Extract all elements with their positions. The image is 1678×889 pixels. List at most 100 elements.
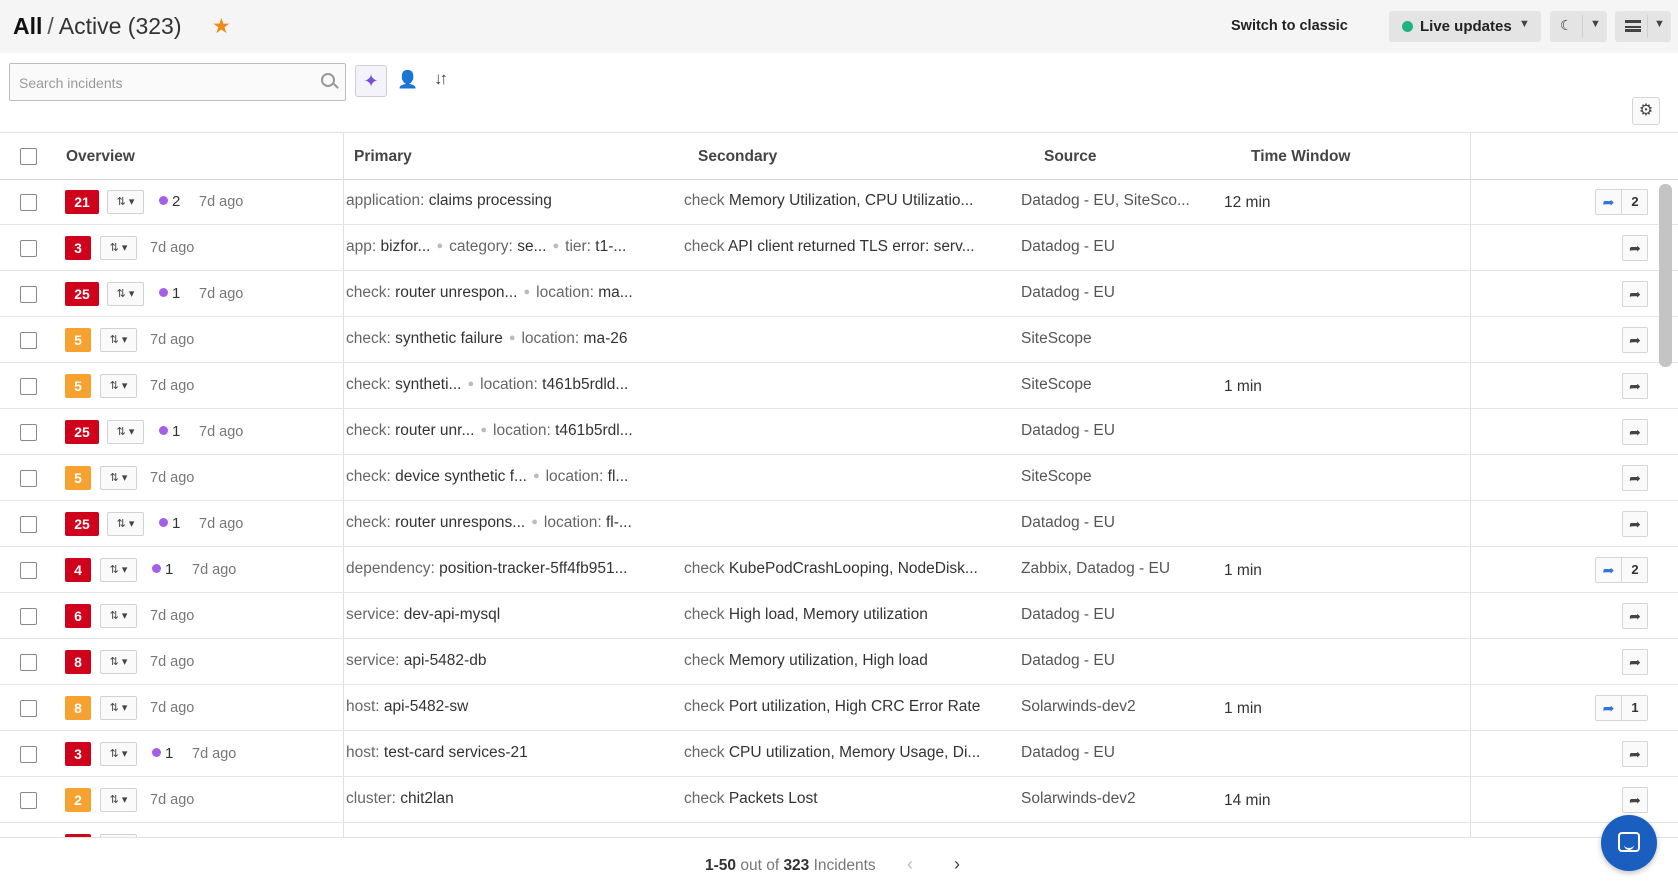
row-checkbox[interactable] (20, 562, 37, 579)
column-header-source[interactable]: Source (1044, 148, 1097, 166)
share-button[interactable]: ➦ (1622, 327, 1648, 353)
primary-cell[interactable]: host: api-5482-sw (346, 698, 662, 716)
share-button[interactable]: ➦ (1622, 465, 1648, 491)
row-checkbox[interactable] (20, 378, 37, 395)
search-input[interactable] (19, 73, 309, 93)
sort-button[interactable]: ↓↑ (434, 69, 448, 89)
primary-cell[interactable]: cluster: chit2lan (346, 790, 662, 808)
alert-count[interactable]: 1 (152, 561, 173, 578)
primary-cell[interactable]: service: api-5482-db (346, 652, 662, 670)
linked-incidents-button[interactable]: ➦ 2 (1595, 557, 1648, 583)
row-checkbox[interactable] (20, 608, 37, 625)
share-button[interactable]: ➦ (1622, 235, 1648, 261)
previous-page-chevron-icon[interactable]: ‹ (907, 854, 913, 875)
theme-toggle-button[interactable]: ☾ ▼ (1550, 11, 1607, 42)
primary-cell[interactable]: application: claims processing (346, 192, 662, 210)
secondary-cell[interactable]: check Port utilization, High CRC Error R… (684, 698, 1004, 716)
priority-dropdown[interactable]: ⇅ ▾ (100, 604, 137, 628)
priority-dropdown[interactable]: ⇅ ▾ (100, 788, 137, 812)
alert-count[interactable]: 1 (159, 285, 180, 302)
primary-cell[interactable]: check: device synthetic f... ● location: f… (346, 468, 662, 486)
table-row[interactable]: 21 ⇅ ▾ 2 7d ago application: claims processi… (0, 180, 1678, 225)
chevron-down-icon[interactable]: ▼ (1654, 18, 1665, 30)
row-checkbox[interactable] (20, 286, 37, 303)
column-header-overview[interactable]: Overview (66, 148, 135, 166)
alert-count[interactable]: 2 (159, 193, 180, 210)
secondary-cell[interactable]: check High load, Memory utilization (684, 606, 1004, 624)
table-row[interactable]: 2 ⇅ ▾ 7d ago cluster: chit2lan check Packets… (0, 778, 1678, 823)
row-checkbox[interactable] (20, 516, 37, 533)
alert-count[interactable]: 1 (159, 423, 180, 440)
alert-count[interactable]: 1 (152, 745, 173, 762)
column-header-time-window[interactable]: Time Window (1251, 148, 1350, 166)
chevron-down-icon[interactable]: ▼ (1590, 18, 1601, 30)
priority-dropdown[interactable]: ⇅ ▾ (100, 742, 137, 766)
next-page-chevron-icon[interactable]: › (954, 854, 960, 875)
row-checkbox[interactable] (20, 792, 37, 809)
table-row[interactable]: 3 ⇅ ▾ 1 7d ago host: test-card services-21 ch… (0, 732, 1678, 777)
secondary-cell[interactable]: check Packets Lost (684, 790, 1004, 808)
table-row[interactable]: 25 ⇅ ▾ 1 7d ago check: router unrespons... ● l… (0, 502, 1678, 547)
priority-dropdown[interactable]: ⇅ ▾ (100, 466, 137, 490)
table-row[interactable]: 5 ⇅ ▾ 7d ago check: syntheti... ● location: t… (0, 364, 1678, 409)
primary-cell[interactable]: check: router unr... ● location: t461b5rdl… (346, 422, 662, 440)
table-row[interactable]: 3 ⇅ ▾ 7d ago app: bizfor... ● category: se...… (0, 226, 1678, 271)
primary-cell[interactable]: dependency: position-tracker-5ff4fb951..… (346, 560, 662, 578)
row-checkbox[interactable] (20, 194, 37, 211)
primary-cell[interactable]: app: bizfor... ● category: se... ● tier: t1-… (346, 238, 662, 256)
breadcrumb-all[interactable]: All (13, 13, 42, 39)
row-checkbox[interactable] (20, 654, 37, 671)
linked-incidents-button[interactable]: ➦ 1 (1595, 695, 1648, 721)
assign-user-button[interactable]: 👤 (397, 70, 418, 90)
share-button[interactable]: ➦ (1622, 419, 1648, 445)
search-box[interactable] (9, 63, 346, 101)
priority-dropdown[interactable]: ⇅ ▾ (100, 328, 137, 352)
vertical-scrollbar[interactable] (1659, 184, 1672, 367)
table-row[interactable]: 25 ⇅ ▾ 1 7d ago check: router unrespon... ● lo… (0, 272, 1678, 317)
table-row[interactable]: 8 ⇅ ▾ 7d ago service: api-5482-db check Memo… (0, 640, 1678, 685)
priority-dropdown[interactable]: ⇅ ▾ (100, 558, 137, 582)
table-row[interactable]: 4 ⇅ ▾ 1 7d ago dependency: position-tracker-… (0, 548, 1678, 593)
linked-incidents-button[interactable]: ➦ 2 (1595, 189, 1648, 215)
priority-dropdown[interactable]: ⇅ ▾ (100, 374, 137, 398)
share-button[interactable]: ➦ (1622, 787, 1648, 813)
table-row[interactable]: 8 ⇅ ▾ 7d ago host: api-5482-sw check Port ut… (0, 686, 1678, 731)
primary-cell[interactable]: check: synthetic failure ● location: ma-26 (346, 330, 662, 348)
secondary-cell[interactable]: check Memory utilization, High load (684, 652, 1004, 670)
table-row[interactable]: 25 ⇅ ▾ 1 7d ago check: router unr... ● locatio… (0, 410, 1678, 455)
share-button[interactable]: ➦ (1622, 511, 1648, 537)
row-checkbox[interactable] (20, 470, 37, 487)
share-button[interactable]: ➦ (1622, 741, 1648, 767)
primary-cell[interactable]: check: router unrespon... ● location: ma..… (346, 284, 662, 302)
ai-sparkle-button[interactable]: ✦ (355, 65, 387, 97)
priority-dropdown[interactable]: ⇅ ▾ (107, 512, 144, 536)
primary-cell[interactable]: service: dev-api-mysql (346, 606, 662, 624)
primary-cell[interactable]: check: router unrespons... ● location: fl-… (346, 514, 662, 532)
table-row[interactable]: 3⇅ ▾7d agocluster: chit1lancheck Ping Ti… (0, 824, 1678, 837)
secondary-cell[interactable]: check CPU utilization, Memory Usage, Di.… (684, 744, 1004, 762)
share-button[interactable]: ➦ (1622, 649, 1648, 675)
primary-cell[interactable]: check: syntheti... ● location: t461b5rdld.… (346, 376, 662, 394)
row-checkbox[interactable] (20, 332, 37, 349)
share-button[interactable]: ➦ (1622, 281, 1648, 307)
alert-count[interactable]: 1 (159, 515, 180, 532)
table-row[interactable]: 5 ⇅ ▾ 7d ago check: device synthetic f... ● l… (0, 456, 1678, 501)
table-row[interactable]: 5 ⇅ ▾ 7d ago check: synthetic failure ● locat… (0, 318, 1678, 363)
row-checkbox[interactable] (20, 240, 37, 257)
share-button[interactable]: ➦ (1622, 603, 1648, 629)
view-density-button[interactable]: ▼ (1615, 11, 1671, 42)
column-header-primary[interactable]: Primary (354, 148, 412, 166)
row-checkbox[interactable] (20, 746, 37, 763)
row-checkbox[interactable] (20, 700, 37, 717)
primary-cell[interactable]: host: test-card services-21 (346, 744, 662, 762)
priority-dropdown[interactable]: ⇅ ▾ (107, 282, 144, 306)
table-settings-button[interactable]: ⚙ (1632, 97, 1660, 125)
priority-dropdown[interactable]: ⇅ ▾ (100, 236, 137, 260)
favorite-star-icon[interactable]: ★ (212, 14, 231, 39)
priority-dropdown[interactable]: ⇅ ▾ (107, 190, 144, 214)
secondary-cell[interactable]: check KubePodCrashLooping, NodeDisk... (684, 560, 1004, 578)
live-updates-button[interactable]: Live updates ▼ (1389, 11, 1541, 42)
row-checkbox[interactable] (20, 424, 37, 441)
secondary-cell[interactable]: check API client returned TLS error: ser… (684, 238, 1004, 256)
secondary-cell[interactable]: check Memory Utilization, CPU Utilizatio… (684, 192, 1004, 210)
